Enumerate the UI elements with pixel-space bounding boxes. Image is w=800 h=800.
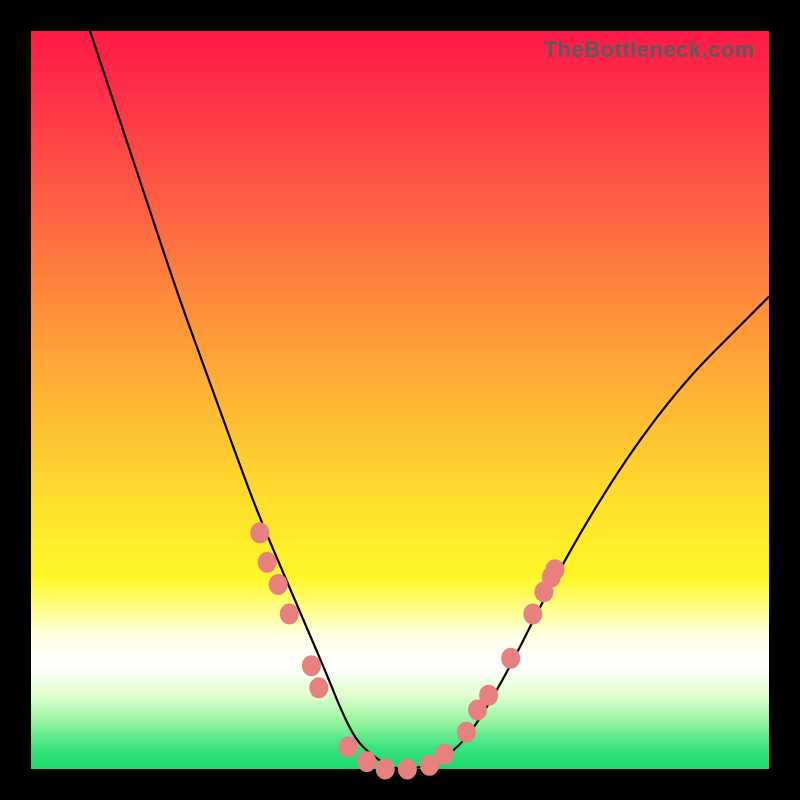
curve-marker xyxy=(339,737,357,757)
bottleneck-curve-path xyxy=(90,31,769,769)
curve-marker xyxy=(310,678,328,698)
curve-marker xyxy=(457,722,475,742)
curve-marker xyxy=(502,648,520,668)
curve-markers xyxy=(251,523,564,779)
curve-marker xyxy=(302,656,320,676)
curve-marker xyxy=(546,560,564,580)
curve-marker xyxy=(480,685,498,705)
curve-marker xyxy=(398,759,416,779)
curve-marker xyxy=(435,744,453,764)
curve-marker xyxy=(251,523,269,543)
curve-marker xyxy=(524,604,542,624)
curve-marker xyxy=(269,575,287,595)
chart-frame: TheBottleneck.com xyxy=(0,0,800,800)
curve-marker xyxy=(376,759,394,779)
bottleneck-curve-svg xyxy=(31,31,769,769)
curve-marker xyxy=(358,752,376,772)
curve-marker xyxy=(280,604,298,624)
curve-marker xyxy=(258,552,276,572)
plot-area: TheBottleneck.com xyxy=(31,31,769,769)
